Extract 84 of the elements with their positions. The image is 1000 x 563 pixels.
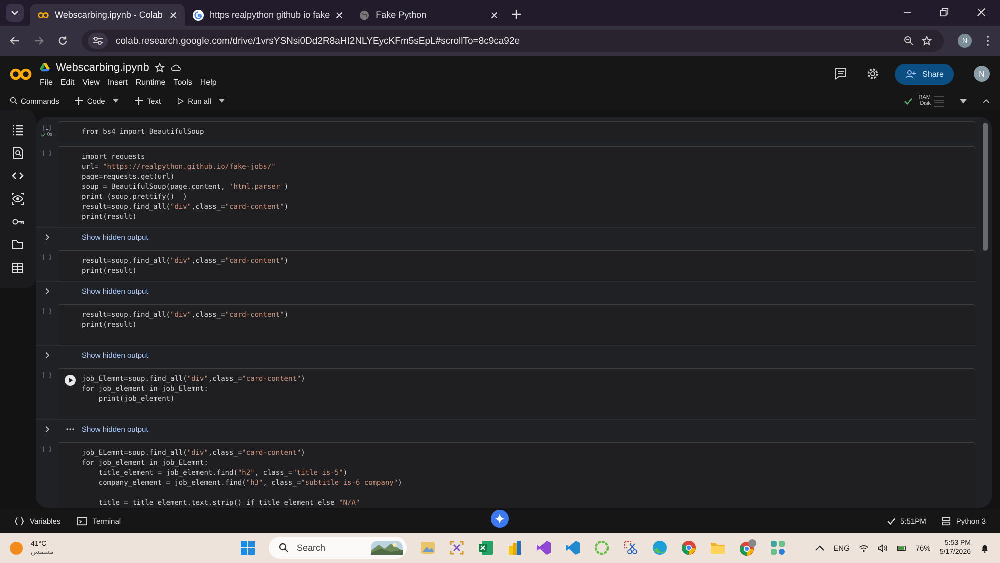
find-document-icon[interactable] <box>12 147 24 159</box>
plus-icon <box>75 97 84 105</box>
forward-icon[interactable] <box>34 36 44 46</box>
close-icon[interactable] <box>491 12 498 18</box>
menu-item[interactable]: Runtime <box>136 78 166 86</box>
zoom-icon[interactable] <box>904 36 914 46</box>
bookmark-star-icon[interactable] <box>922 36 932 46</box>
server-icon <box>942 517 952 526</box>
close-icon[interactable] <box>170 12 177 18</box>
expand-chevron-icon[interactable] <box>44 234 50 240</box>
braces-icon <box>14 517 25 526</box>
close-icon[interactable] <box>336 12 344 18</box>
bell-icon[interactable] <box>980 544 990 552</box>
search-icon <box>10 97 18 105</box>
browser-icon[interactable] <box>739 539 757 557</box>
expand-chevron-icon[interactable] <box>44 352 50 358</box>
folder-icon[interactable] <box>12 239 24 251</box>
expand-chevron-icon[interactable] <box>44 288 50 294</box>
ram-meter <box>934 96 944 100</box>
terminal-icon <box>76 517 88 526</box>
restore-icon[interactable] <box>940 8 949 17</box>
plus-icon <box>135 97 144 105</box>
colab-logo-icon <box>38 10 49 20</box>
search-icon <box>279 543 289 553</box>
caret-icon[interactable] <box>219 99 226 103</box>
menu-item[interactable]: View <box>82 78 100 86</box>
collapse-icon[interactable] <box>983 98 990 104</box>
eye-icon[interactable] <box>12 193 24 205</box>
more-icon[interactable] <box>986 35 990 47</box>
check-icon <box>886 518 896 525</box>
share-button[interactable]: Share <box>894 64 954 84</box>
settings-icon[interactable] <box>866 68 879 80</box>
browser-tab[interactable]: https realpython github io fake <box>185 4 352 26</box>
search-field[interactable]: Search <box>269 537 407 559</box>
reload-icon[interactable] <box>58 36 68 46</box>
spreadsheet-icon[interactable] <box>478 540 494 556</box>
run-cell-button[interactable] <box>64 375 76 386</box>
notebook-title[interactable]: Webscarbing.ipynb <box>56 62 150 74</box>
disk-meter <box>934 102 944 106</box>
cloud-icon[interactable] <box>171 62 182 72</box>
snipping-tool-icon[interactable] <box>623 540 639 556</box>
speaker-icon[interactable] <box>878 544 888 552</box>
close-icon[interactable] <box>977 8 986 17</box>
drive-icon <box>40 63 50 72</box>
back-icon[interactable] <box>10 36 20 46</box>
check-icon <box>41 133 46 137</box>
add-people-icon <box>904 70 918 78</box>
code-icon[interactable] <box>12 170 24 182</box>
expand-chevron-icon[interactable] <box>44 426 50 432</box>
more-icon[interactable] <box>66 428 74 430</box>
wifi-icon[interactable] <box>858 544 869 552</box>
menu-item[interactable]: File <box>40 78 53 86</box>
address-bar[interactable]: colab.research.google.com/drive/1vrsYSNsi0Dd2R8aHI2NLYEycKFm5sEpL#scrollTo=8c9ca92e <box>82 30 944 52</box>
menu-item[interactable]: Help <box>200 78 217 86</box>
caret-icon[interactable] <box>960 98 967 104</box>
screen-capture-icon[interactable] <box>449 540 465 556</box>
site-settings-icon[interactable] <box>88 33 108 49</box>
browser-tab[interactable]: Webscarbing.ipynb - Colab <box>30 4 185 26</box>
table-of-contents-icon[interactable] <box>12 124 24 136</box>
globe-icon <box>359 10 370 20</box>
chevron-down-icon <box>11 10 19 16</box>
google-icon <box>193 10 204 20</box>
scrollbar[interactable] <box>983 123 988 251</box>
table-icon[interactable] <box>12 262 24 274</box>
browser-tab[interactable]: Fake Python <box>351 4 506 26</box>
tiles-app-icon[interactable] <box>770 540 786 556</box>
colab-logo-icon[interactable] <box>10 68 32 80</box>
browser-icon[interactable] <box>681 540 697 556</box>
caret-icon[interactable] <box>113 99 120 103</box>
start-icon[interactable] <box>240 540 256 556</box>
code-editor-icon[interactable] <box>565 540 581 556</box>
new-tab-icon[interactable] <box>512 10 522 19</box>
play-icon <box>177 98 184 104</box>
ide-icon[interactable] <box>536 540 552 556</box>
menu-item[interactable]: Tools <box>174 78 192 86</box>
menu-item[interactable]: Insert <box>108 78 128 86</box>
battery-icon[interactable] <box>896 544 907 552</box>
bar-chart-app-icon[interactable] <box>507 540 523 556</box>
tab-search-button[interactable] <box>6 4 24 22</box>
sparkle-button[interactable] <box>491 510 509 528</box>
comment-icon[interactable] <box>834 68 847 80</box>
menu-item[interactable]: Edit <box>60 78 75 86</box>
star-icon[interactable] <box>155 62 166 72</box>
chevron-up-icon[interactable] <box>814 544 825 552</box>
